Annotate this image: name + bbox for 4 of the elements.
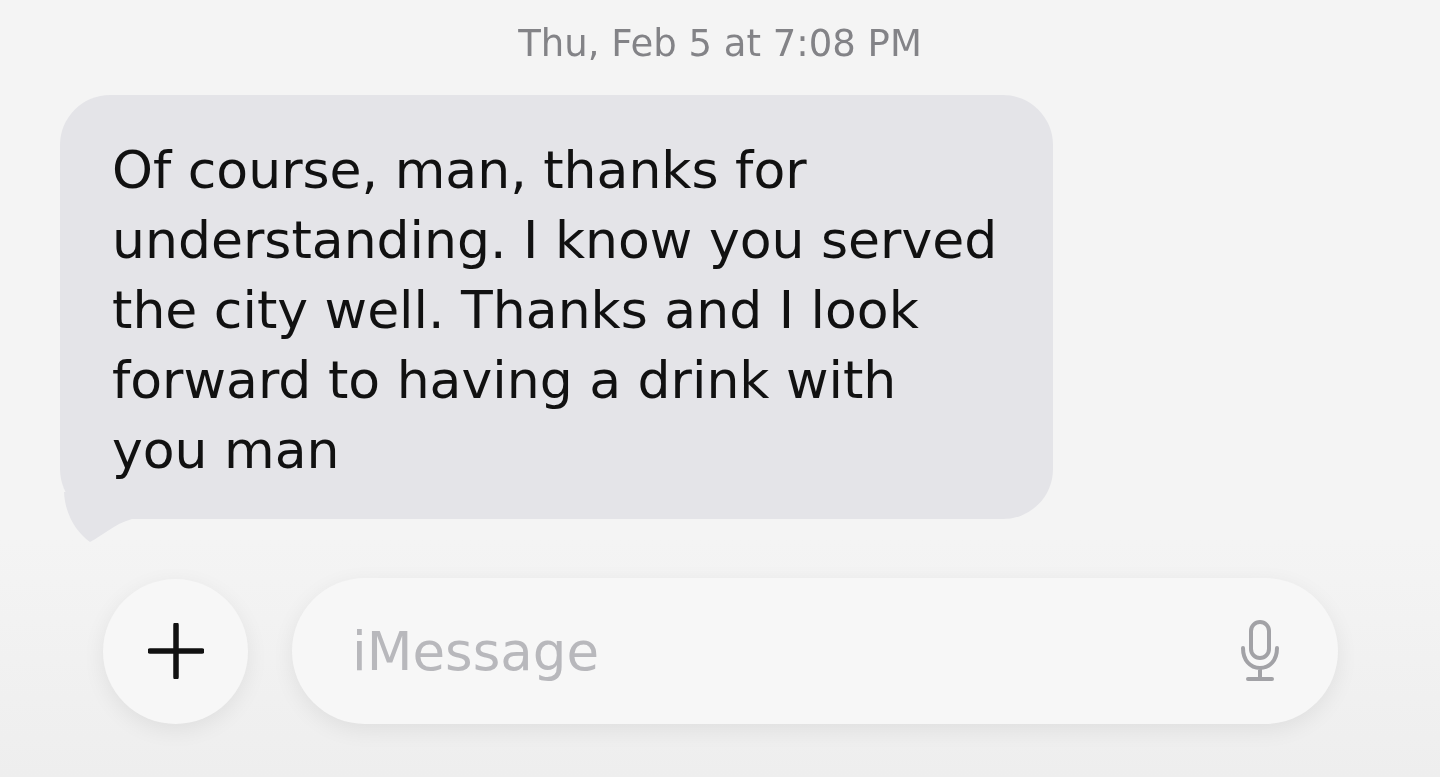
plus-icon [147, 623, 204, 679]
message-field[interactable]: iMessage [292, 578, 1338, 724]
timestamp: Thu, Feb 5 at 7:08 PM [518, 22, 922, 66]
message-text: Of course, man, thanks for understanding. I know you served the city well. Thanks and I look forward to having a drink with you man [112, 139, 999, 482]
